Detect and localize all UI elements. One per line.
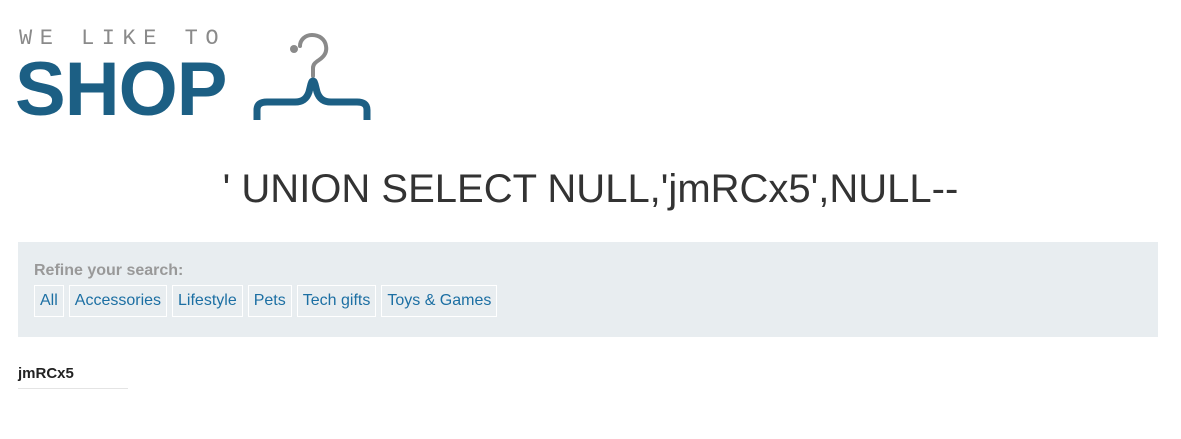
logo-wordmark: SHOP (15, 47, 227, 132)
filter-link-pets[interactable]: Pets (247, 285, 292, 317)
filter-link-lifestyle[interactable]: Lifestyle (172, 285, 243, 317)
filter-panel: Refine your search: All Accessories Life… (18, 242, 1158, 337)
site-logo[interactable]: WE LIKE TO SHOP (15, 24, 377, 128)
filter-link-accessories[interactable]: Accessories (68, 285, 168, 317)
filter-label: Refine your search: (34, 262, 184, 279)
filter-link-toys-games[interactable]: Toys & Games (381, 285, 498, 317)
search-query-heading: ' UNION SELECT NULL,'jmRCx5',NULL-- (222, 167, 959, 211)
result-text: jmRCx5 (18, 365, 74, 382)
hanger-icon (253, 32, 371, 120)
page: WE LIKE TO SHOP ' UNION SELECT NULL,'jmR… (0, 0, 1181, 439)
filter-link-tech-gifts[interactable]: Tech gifts (296, 285, 377, 317)
result-item: jmRCx5 (18, 364, 128, 389)
filter-list: All Accessories Lifestyle Pets Tech gift… (34, 285, 498, 317)
filter-link-all[interactable]: All (34, 285, 64, 317)
result-divider (18, 388, 128, 389)
